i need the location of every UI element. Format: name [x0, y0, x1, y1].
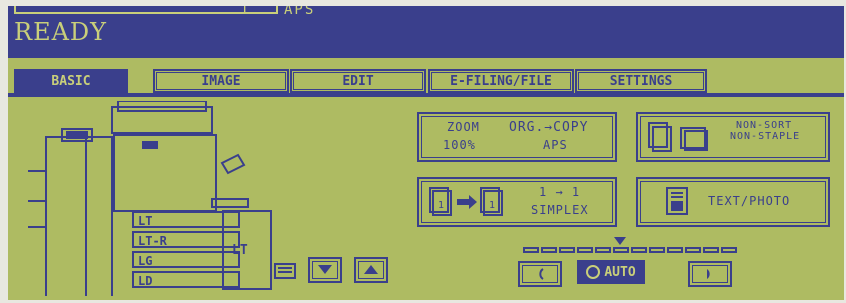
density-auto-button[interactable]: AUTO	[577, 260, 645, 284]
density-auto-label: AUTO	[604, 264, 636, 280]
arrow-down-icon	[318, 265, 332, 274]
density-darker-button[interactable]	[688, 261, 732, 287]
density-cell	[721, 247, 737, 253]
arrow-up-icon	[364, 265, 378, 274]
simplex-icon: 1 1	[429, 187, 503, 216]
density-cell	[559, 247, 575, 253]
auto-density-icon	[586, 265, 601, 279]
document-photo-icon	[666, 187, 688, 215]
copier-lcd-screen: 1 APS READY BASIC IMAGE EDIT E-FILING/FI…	[8, 6, 844, 300]
density-cell	[685, 247, 701, 253]
density-cell	[577, 247, 593, 253]
zoom-label: ZOOM	[447, 120, 480, 134]
svg-text:1: 1	[438, 200, 444, 211]
density-cell	[523, 247, 539, 253]
density-scale	[523, 247, 743, 257]
density-cell	[613, 247, 629, 253]
density-pointer-icon	[614, 237, 626, 245]
original-mode-button[interactable]: TEXT/PHOTO	[636, 177, 830, 227]
zoom-mode-label: ORG.→COPY	[509, 120, 589, 135]
status-message: READY	[14, 18, 108, 46]
duplex-line2: SIMPLEX	[531, 203, 589, 217]
density-cell	[541, 247, 557, 253]
density-cell	[595, 247, 611, 253]
copy-count: 1	[240, 6, 249, 18]
tab-edit[interactable]: EDIT	[290, 69, 426, 93]
tab-e-filing[interactable]: E-FILING/FILE	[428, 69, 574, 93]
tab-basic[interactable]: BASIC	[14, 69, 128, 93]
tray-down-button[interactable]	[308, 257, 342, 283]
duplex-button[interactable]: 1 1 1 → 1 SIMPLEX	[417, 177, 617, 227]
top-field-frame	[14, 6, 278, 14]
density-cell	[649, 247, 665, 253]
zoom-button[interactable]: ZOOM 100% ORG.→COPY APS	[417, 112, 617, 162]
svg-text:1: 1	[489, 200, 495, 211]
paper-mode: APS	[284, 6, 316, 18]
sort-pages-icon	[648, 122, 708, 152]
zoom-mode-value: APS	[543, 138, 568, 152]
finishing-button[interactable]: NON-SORT NON-STAPLE	[636, 112, 830, 162]
density-lighter-button[interactable]	[518, 261, 562, 287]
half-circle-right-icon	[707, 269, 710, 279]
half-circle-left-icon	[539, 268, 544, 280]
tab-image[interactable]: IMAGE	[153, 69, 289, 93]
finishing-line2: NON-STAPLE	[730, 131, 801, 142]
bypass-tray[interactable]: LT	[222, 210, 272, 290]
status-bar: 1 APS READY	[8, 6, 844, 58]
density-cell	[667, 247, 683, 253]
basic-panel: LT LT-R LG LD LT ZOOM 100% ORG.→COPY APS	[8, 97, 844, 300]
duplex-line1: 1 → 1	[539, 185, 581, 199]
density-cell	[703, 247, 719, 253]
finishing-line1: NON-SORT	[736, 120, 793, 131]
zoom-value: 100%	[443, 138, 476, 152]
tray-select-icon	[274, 263, 296, 279]
tab-settings[interactable]: SETTINGS	[575, 69, 707, 93]
original-mode-label: TEXT/PHOTO	[708, 194, 791, 208]
density-cell	[631, 247, 647, 253]
tray-up-button[interactable]	[354, 257, 388, 283]
